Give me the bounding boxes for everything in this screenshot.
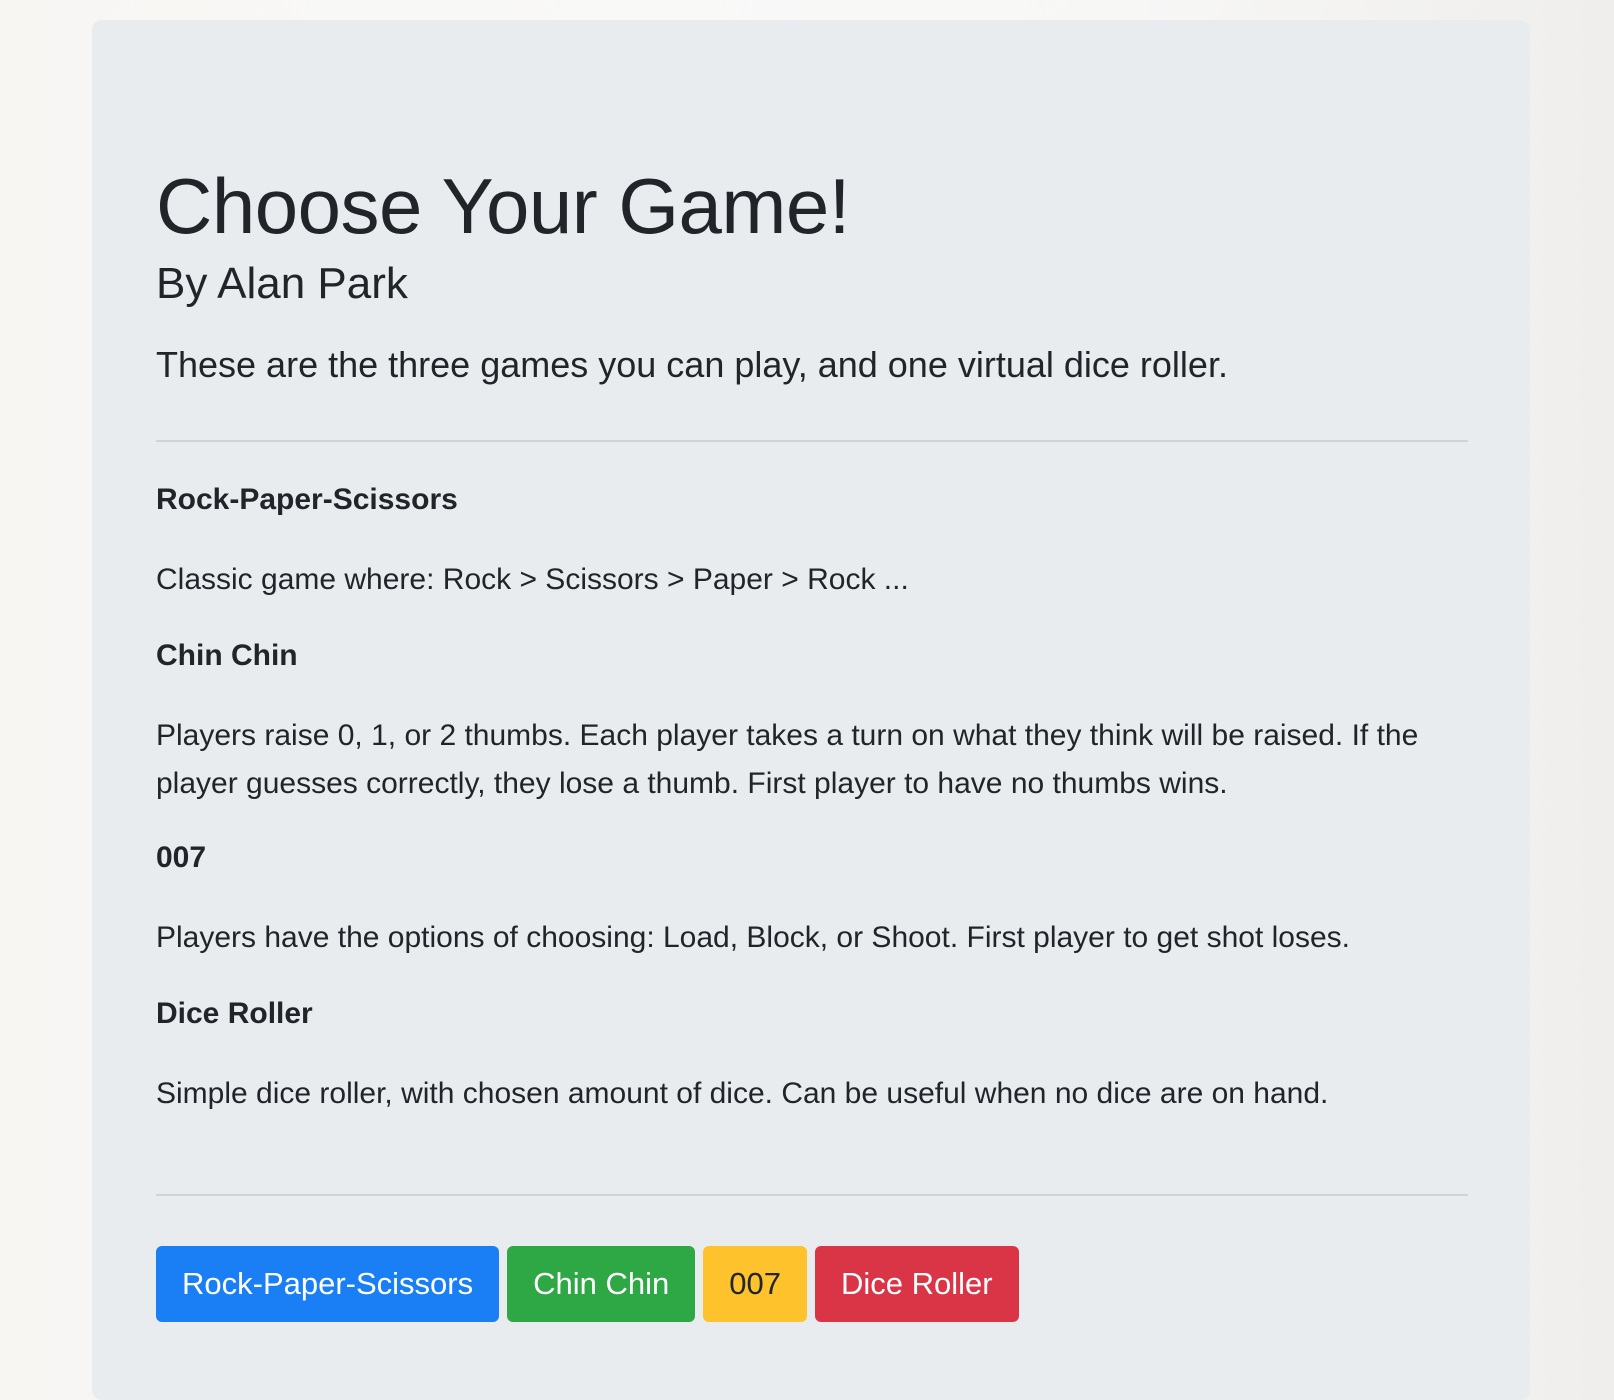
game-description-rps: Classic game where: Rock > Scissors > Pa… <box>156 563 909 596</box>
game-description-chin-chin: Players raise 0, 1, or 2 thumbs. Each pl… <box>156 719 1419 800</box>
game-section-chin-chin: Chin Chin <box>156 638 1476 674</box>
007-button[interactable]: 007 <box>703 1246 807 1322</box>
top-divider <box>156 440 1468 442</box>
game-title-dice-roller: Dice Roller <box>156 997 313 1030</box>
lead-text: These are the three games you can play, … <box>156 344 1228 385</box>
game-section-rps: Rock-Paper-Scissors <box>156 482 1476 518</box>
page-title: Choose Your Game! <box>156 162 850 250</box>
game-desc-block-chin-chin: Players raise 0, 1, or 2 thumbs. Each pl… <box>156 712 1476 808</box>
game-description-007: Players have the options of choosing: Lo… <box>156 921 1350 954</box>
bottom-divider <box>156 1194 1468 1196</box>
author-subtitle: By Alan Park <box>156 259 408 308</box>
game-desc-block-rps: Classic game where: Rock > Scissors > Pa… <box>156 556 1476 604</box>
game-desc-block-007: Players have the options of choosing: Lo… <box>156 914 1476 962</box>
rock-paper-scissors-button[interactable]: Rock-Paper-Scissors <box>156 1246 500 1322</box>
game-button-row: Rock-Paper-Scissors Chin Chin 007 Dice R… <box>156 1246 1019 1322</box>
chin-chin-button[interactable]: Chin Chin <box>507 1246 696 1322</box>
game-description-dice-roller: Simple dice roller, with chosen amount o… <box>156 1077 1329 1110</box>
dice-roller-button[interactable]: Dice Roller <box>814 1246 1019 1322</box>
jumbotron-card: Choose Your Game! By Alan Park These are… <box>92 20 1530 1400</box>
game-desc-block-dice-roller: Simple dice roller, with chosen amount o… <box>156 1070 1476 1118</box>
game-title-007: 007 <box>156 841 207 874</box>
game-title-rps: Rock-Paper-Scissors <box>156 483 458 516</box>
game-section-dice-roller: Dice Roller <box>156 996 1476 1032</box>
game-title-chin-chin: Chin Chin <box>156 639 298 672</box>
game-section-007: 007 <box>156 840 1476 876</box>
